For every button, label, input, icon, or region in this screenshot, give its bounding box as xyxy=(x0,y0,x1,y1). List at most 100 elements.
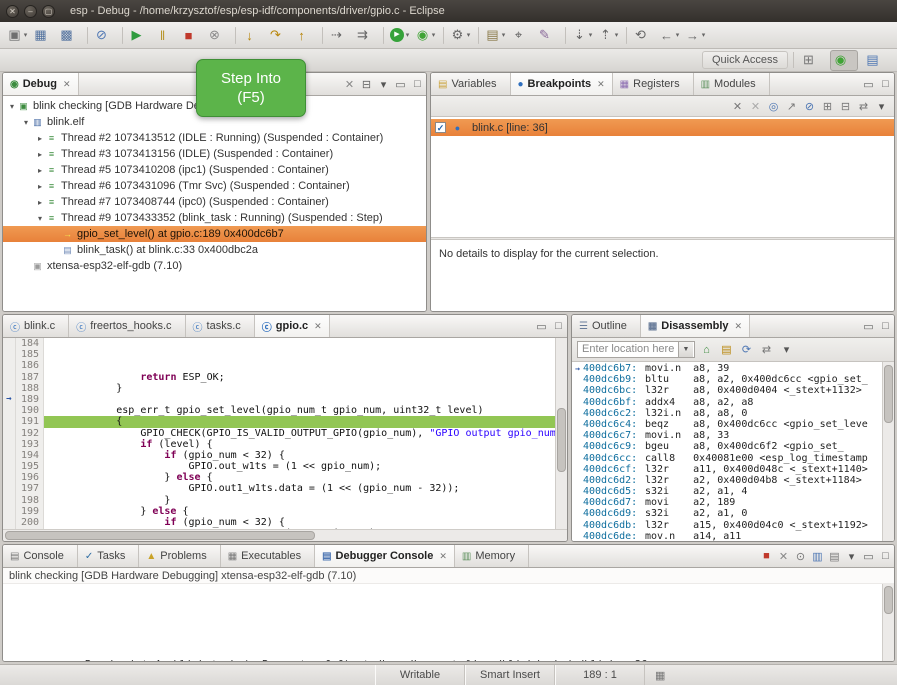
minimize-view-icon[interactable]: ▭ xyxy=(392,75,409,93)
tab-debugger-console[interactable]: ▤ Debugger Console ✕ xyxy=(315,545,455,567)
editor-horizontal-scrollbar[interactable] xyxy=(3,529,567,541)
debug-perspective-icon[interactable]: ◉ xyxy=(830,50,858,71)
close-tab-icon[interactable]: ✕ xyxy=(735,321,743,332)
close-tab-icon[interactable]: ✕ xyxy=(314,321,322,332)
tab-blink-c[interactable]: ⓒ blink.c xyxy=(3,315,69,337)
tab-debug[interactable]: ◉ Debug ✕ xyxy=(3,73,79,95)
resume-icon[interactable]: ▶ xyxy=(127,25,153,46)
disassembly-row[interactable]: 400dc6b9: bltu a8, a2, 0x400dc6cc <gpio_… xyxy=(572,374,882,385)
terminate-icon[interactable]: ■ xyxy=(758,547,775,565)
tab-gpio-c[interactable]: ⓒ gpio.c ✕ xyxy=(255,315,330,337)
disassembly-row[interactable]: 400dc6bf: addx4 a8, a2, a8 xyxy=(572,397,882,408)
maximize-view-icon[interactable]: □ xyxy=(877,547,894,565)
toolbar-separator[interactable] xyxy=(565,27,566,44)
window-maximize-button[interactable]: ▢ xyxy=(42,5,55,18)
view-menu-icon[interactable]: ▾ xyxy=(843,547,860,565)
collapse-all-icon[interactable]: ⊟ xyxy=(358,75,375,93)
tab-modules[interactable]: ▥ Modules xyxy=(694,73,770,95)
use-step-filters-icon[interactable]: ⇉ xyxy=(353,25,379,46)
expander-icon[interactable]: ▸ xyxy=(35,198,45,207)
link-with-debug-view-icon[interactable]: ⇄ xyxy=(855,97,872,115)
scrollbar-thumb[interactable] xyxy=(5,531,315,540)
breakpoint-checkbox[interactable]: ✓ xyxy=(435,122,446,133)
expander-icon[interactable]: ▾ xyxy=(35,214,45,223)
toolbar-separator[interactable] xyxy=(122,27,123,44)
debug-thread-item[interactable]: ▸ ≡ Thread #5 1073410208 (ipc1) (Suspend… xyxy=(3,162,426,178)
toolbar-separator[interactable] xyxy=(626,27,627,44)
remove-launch-icon[interactable]: ✕ xyxy=(775,547,792,565)
mark-occurrences-icon[interactable]: ✎ xyxy=(535,25,561,46)
show-breakpoints-for-icon[interactable]: ◎ xyxy=(765,97,782,115)
maximize-view-icon[interactable]: □ xyxy=(550,317,567,335)
tab-tasks[interactable]: ✓ Tasks xyxy=(78,545,140,567)
save-icon[interactable]: ▦ xyxy=(31,25,57,46)
tab-executables[interactable]: ▦ Executables xyxy=(221,545,315,567)
last-edit-location-icon[interactable]: ⟲ xyxy=(631,25,657,46)
debug-thread-item[interactable]: ▸ ≡ Thread #2 1073413512 (IDLE : Running… xyxy=(3,130,426,146)
close-tab-icon[interactable]: ✕ xyxy=(439,551,447,562)
show-source-icon[interactable]: ▤ xyxy=(718,341,735,359)
disassembly-row[interactable]: 400dc6d5: s32i a2, a1, 4 xyxy=(572,486,882,497)
location-input[interactable]: Enter location here xyxy=(578,342,678,357)
disassembly-row[interactable]: 400dc6c7: movi.n a8, 33 xyxy=(572,430,882,441)
tab-memory[interactable]: ▥ Memory xyxy=(455,545,529,567)
search-icon[interactable]: ⌖ xyxy=(509,25,535,46)
editor-vertical-scrollbar[interactable] xyxy=(555,338,567,529)
new-dropdown-icon[interactable]: ▣ ▾ xyxy=(5,25,31,46)
step-over-icon[interactable]: ↷ xyxy=(266,25,292,46)
toolbar-separator[interactable] xyxy=(383,27,384,44)
new-source-file-icon[interactable]: ▤ ▾ xyxy=(483,25,509,46)
close-tab-icon[interactable]: ✕ xyxy=(63,79,71,90)
console-output[interactable]: Breakpoint 4, blink_task (pvParameter=0x… xyxy=(3,584,882,661)
debug-thread-item[interactable]: ▸ ≡ Thread #7 1073408744 (ipc0) (Suspend… xyxy=(3,194,426,210)
toolbar-separator[interactable] xyxy=(443,27,444,44)
close-tab-icon[interactable]: ✕ xyxy=(597,79,605,90)
disassembly-row[interactable]: 400dc6db: l32r a15, 0x400d04c0 <_stext+1… xyxy=(572,520,882,531)
expander-icon[interactable]: ▸ xyxy=(35,182,45,191)
expander-icon[interactable]: ▾ xyxy=(21,118,31,127)
breakpoint-item[interactable]: ✓ ● blink.c [line: 36] xyxy=(431,119,894,136)
tab-console[interactable]: ▤ Console xyxy=(3,545,78,567)
disconnect-icon[interactable]: ⊗ xyxy=(205,25,231,46)
maximize-view-icon[interactable]: □ xyxy=(877,75,894,93)
toolbar-separator[interactable] xyxy=(322,27,323,44)
stack-frame[interactable]: ▤ blink_task() at blink.c:33 0x400dbc2a xyxy=(3,242,426,258)
tab-tasks-c[interactable]: ⓒ tasks.c xyxy=(186,315,255,337)
maximize-view-icon[interactable]: □ xyxy=(409,75,426,93)
save-all-icon[interactable]: ▩ xyxy=(57,25,83,46)
forward-icon[interactable]: → ▾ xyxy=(683,25,709,46)
remove-all-breakpoints-icon[interactable]: ✕ xyxy=(747,97,764,115)
view-menu-icon[interactable]: ▾ xyxy=(873,97,890,115)
expander-icon[interactable]: ▸ xyxy=(35,150,45,159)
suspend-icon[interactable]: ‖ xyxy=(153,25,179,46)
debugger-process-item[interactable]: ▣ xtensa-esp32-elf-gdb (7.10) xyxy=(3,258,426,274)
back-icon[interactable]: ← ▾ xyxy=(657,25,683,46)
debug-thread-item[interactable]: ▸ ≡ Thread #3 1073413156 (IDLE) (Suspend… xyxy=(3,146,426,162)
minimize-view-icon[interactable]: ▭ xyxy=(860,547,877,565)
quick-access-button[interactable]: Quick Access xyxy=(702,51,788,69)
next-annotation-icon[interactable]: ⇣ ▾ xyxy=(570,25,596,46)
combo-dropdown-icon[interactable]: ▼ xyxy=(678,342,693,357)
annotation-ruler[interactable]: → xyxy=(3,338,16,529)
expander-icon[interactable]: ▸ xyxy=(35,166,45,175)
disassembly-row[interactable]: 400dc6bc: l32r a8, 0x400d0404 <_stext+11… xyxy=(572,385,882,396)
link-with-active-debug-icon[interactable]: ⇄ xyxy=(758,341,775,359)
external-tools-icon[interactable]: ⚙ ▾ xyxy=(448,25,474,46)
tab-outline[interactable]: ☰ Outline xyxy=(572,315,641,337)
toolbar-separator[interactable] xyxy=(478,27,479,44)
window-close-button[interactable]: ✕ xyxy=(6,5,19,18)
expander-icon[interactable]: ▸ xyxy=(35,134,45,143)
remove-breakpoint-icon[interactable]: ✕ xyxy=(729,97,746,115)
code-line[interactable]: return ESP_OK; xyxy=(44,360,555,371)
scrollbar-thumb[interactable] xyxy=(884,365,893,423)
window-minimize-button[interactable]: – xyxy=(24,5,37,18)
disassembly-row[interactable]: 400dc6c4: beqz a8, 0x400dc6cc <gpio_set_… xyxy=(572,419,882,430)
instruction-stepping-icon[interactable]: ⇢ xyxy=(327,25,353,46)
disassembly-scrollbar[interactable] xyxy=(882,362,894,541)
terminate-icon[interactable]: ■ xyxy=(179,25,205,46)
tab-variables[interactable]: ▤ Variables xyxy=(431,73,511,95)
tab-breakpoints[interactable]: ● Breakpoints ✕ xyxy=(511,73,613,95)
scrollbar-thumb[interactable] xyxy=(557,408,566,472)
stack-frame-current[interactable]: → gpio_set_level() at gpio.c:189 0x400dc… xyxy=(3,226,426,242)
console-scrollbar[interactable] xyxy=(882,584,894,661)
